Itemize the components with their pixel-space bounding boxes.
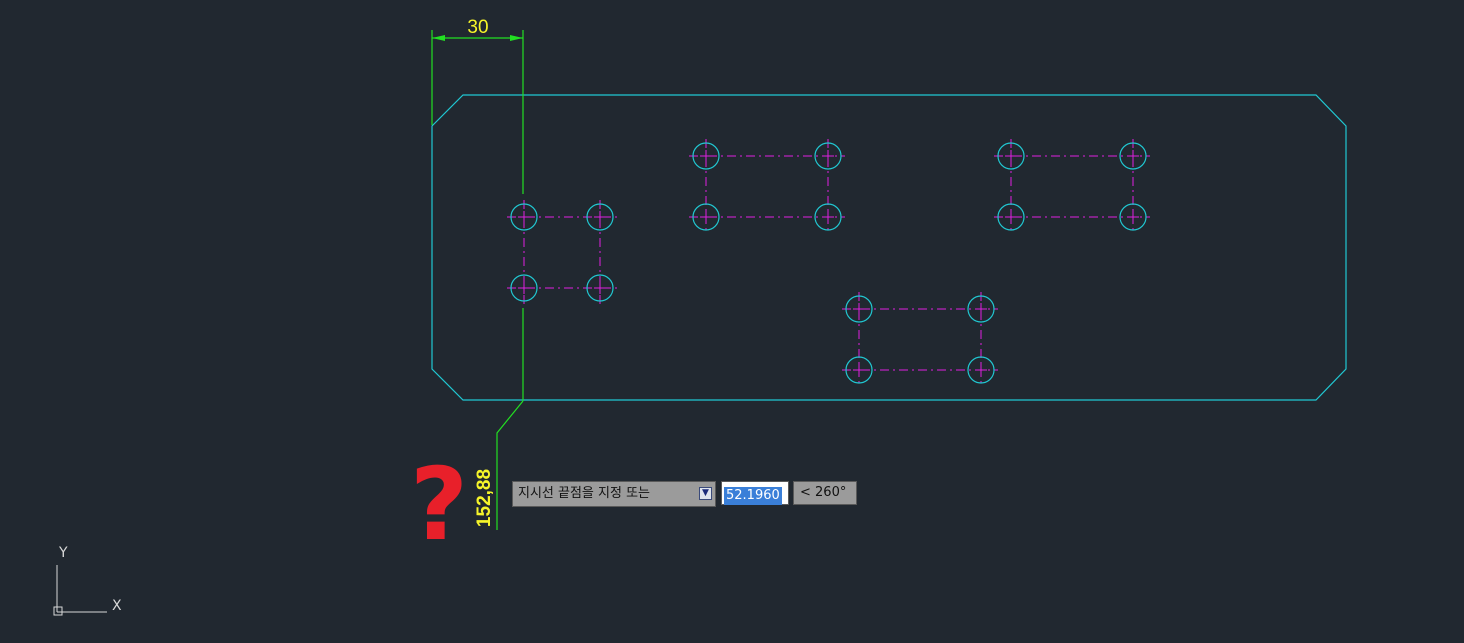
dynamic-input-prompt-text: 지시선 끝점을 지정 또는 [518, 486, 650, 501]
angle-input-value: < 260° [800, 485, 847, 500]
ucs-icon [53, 565, 107, 616]
distance-input[interactable]: 52.1960 [721, 481, 789, 505]
options-dropdown-icon[interactable]: ▼ [699, 487, 712, 500]
distance-input-value: 52.1960 [724, 487, 782, 505]
plate-outline[interactable] [431, 94, 1347, 401]
dimension-text-vertical: 152,88 [474, 469, 495, 527]
hole-group[interactable] [842, 292, 998, 387]
ucs-x-label: X [112, 598, 122, 614]
dynamic-input-prompt[interactable]: 지시선 끝점을 지정 또는 ▼ [512, 481, 716, 507]
ucs-y-label: Y [58, 545, 68, 561]
drawing-canvas[interactable]: 30 152,88 Y X [0, 0, 1464, 643]
hole-group[interactable] [994, 139, 1150, 234]
hole-groups [507, 139, 1150, 387]
hole-group[interactable] [507, 200, 617, 305]
dimension-text-horizontal: 30 [467, 17, 488, 38]
question-mark-annotation: ? [410, 446, 469, 563]
hole-group[interactable] [689, 139, 845, 234]
angle-input[interactable]: < 260° [793, 481, 857, 505]
